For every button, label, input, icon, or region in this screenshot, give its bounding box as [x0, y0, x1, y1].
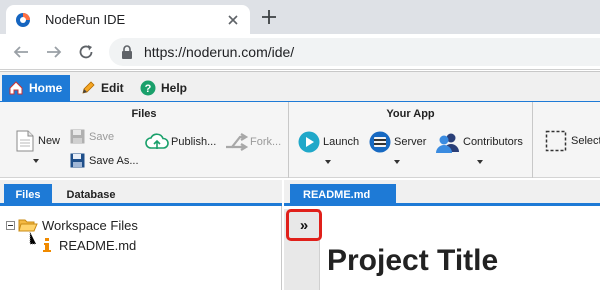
browser-tab[interactable]: NodeRun IDE: [6, 5, 250, 34]
new-label: New: [38, 135, 61, 147]
server-label: Server: [394, 136, 427, 148]
menu-help[interactable]: ? Help: [140, 75, 187, 101]
help-icon: ?: [140, 80, 156, 96]
browser-toolbar: https://noderun.com/ide/: [0, 34, 600, 70]
fork-button[interactable]: Fork...: [224, 133, 281, 151]
pencil-icon: [82, 81, 95, 94]
contributors-dropdown-caret[interactable]: [477, 160, 483, 164]
fork-label: Fork...: [250, 136, 282, 148]
cloud-upload-icon: [145, 133, 169, 149]
fork-icon: [226, 133, 249, 151]
menu-home-label: Home: [29, 81, 63, 95]
server-dropdown-caret[interactable]: [394, 160, 400, 164]
contributors-label: Contributors: [463, 136, 523, 148]
home-icon: [9, 81, 23, 95]
launch-button[interactable]: Launch: [298, 131, 359, 153]
launch-label: Launch: [323, 136, 360, 148]
save-button[interactable]: Save: [70, 129, 114, 144]
tree-item-readme[interactable]: README.md: [42, 236, 136, 254]
files-group-title: Files: [131, 108, 157, 120]
tab-files[interactable]: Files: [4, 184, 52, 206]
tree-item-workspace-files[interactable]: Workspace Files: [18, 216, 138, 234]
your-app-group: Your App Launch Server Contributors: [289, 102, 533, 178]
back-arrow-icon[interactable]: [12, 43, 30, 61]
document-tabs: README.md: [284, 180, 600, 206]
save-disk-icon: [70, 129, 85, 144]
reload-icon[interactable]: [77, 43, 95, 61]
new-file-icon: [16, 130, 34, 152]
close-icon[interactable]: [226, 13, 240, 27]
tab-title: NodeRun IDE: [45, 12, 126, 27]
play-icon: [298, 131, 320, 153]
plus-icon[interactable]: [260, 8, 278, 26]
address-bar[interactable]: https://noderun.com/ide/: [109, 38, 600, 66]
menu-edit[interactable]: Edit: [80, 75, 124, 101]
selection-icon: [545, 130, 567, 152]
expand-panel-button[interactable]: »: [286, 209, 322, 241]
save-label: Save: [89, 130, 115, 143]
forward-arrow-icon[interactable]: [45, 43, 63, 61]
noderun-favicon-icon: [16, 13, 30, 27]
server-button[interactable]: Server: [369, 131, 426, 153]
svg-text:?: ?: [145, 83, 152, 95]
editor-panel: README.md » Project Title: [284, 180, 600, 290]
info-file-icon: [43, 238, 51, 252]
files-group: Files New Save Save As... Publish... For…: [0, 102, 289, 178]
url-text: https://noderun.com/ide/: [144, 44, 295, 60]
contributors-button[interactable]: Contributors: [435, 131, 523, 153]
panel-tabs: Files Database: [0, 180, 282, 206]
lock-icon: [122, 45, 132, 59]
save-as-button[interactable]: Save As...: [70, 153, 139, 168]
document-heading: Project Title: [327, 244, 499, 277]
tab-readme[interactable]: README.md: [290, 184, 396, 206]
select-label: Select: [571, 135, 600, 147]
menu-home[interactable]: Home: [2, 75, 71, 101]
ribbon: Files New Save Save As... Publish... For…: [0, 102, 600, 178]
save-as-disk-icon: [70, 153, 85, 168]
server-icon: [369, 131, 391, 153]
tree-item-label: README.md: [59, 237, 137, 253]
new-button[interactable]: New: [16, 130, 60, 152]
open-folder-icon: [18, 219, 38, 232]
browser-tabstrip: NodeRun IDE: [0, 0, 600, 34]
tab-database[interactable]: Database: [58, 184, 124, 206]
save-as-label: Save As...: [89, 154, 139, 167]
select-button[interactable]: Select: [545, 130, 600, 152]
app-menubar: Home Edit ? Help: [0, 71, 600, 103]
publish-label: Publish...: [171, 136, 217, 148]
your-app-group-title: Your App: [386, 108, 435, 120]
menu-help-label: Help: [161, 81, 188, 95]
launch-dropdown-caret[interactable]: [325, 160, 331, 164]
tree-item-label: Workspace Files: [42, 217, 138, 233]
menu-edit-label: Edit: [101, 81, 124, 95]
contributors-icon: [436, 133, 459, 153]
doc-tab-label: README.md: [303, 189, 371, 201]
markdown-preview[interactable]: Project Title: [322, 209, 600, 290]
publish-button[interactable]: Publish...: [145, 133, 216, 151]
file-explorer-panel: Files Database Workspace Files README.md: [0, 180, 282, 290]
new-dropdown-caret[interactable]: [33, 159, 39, 163]
